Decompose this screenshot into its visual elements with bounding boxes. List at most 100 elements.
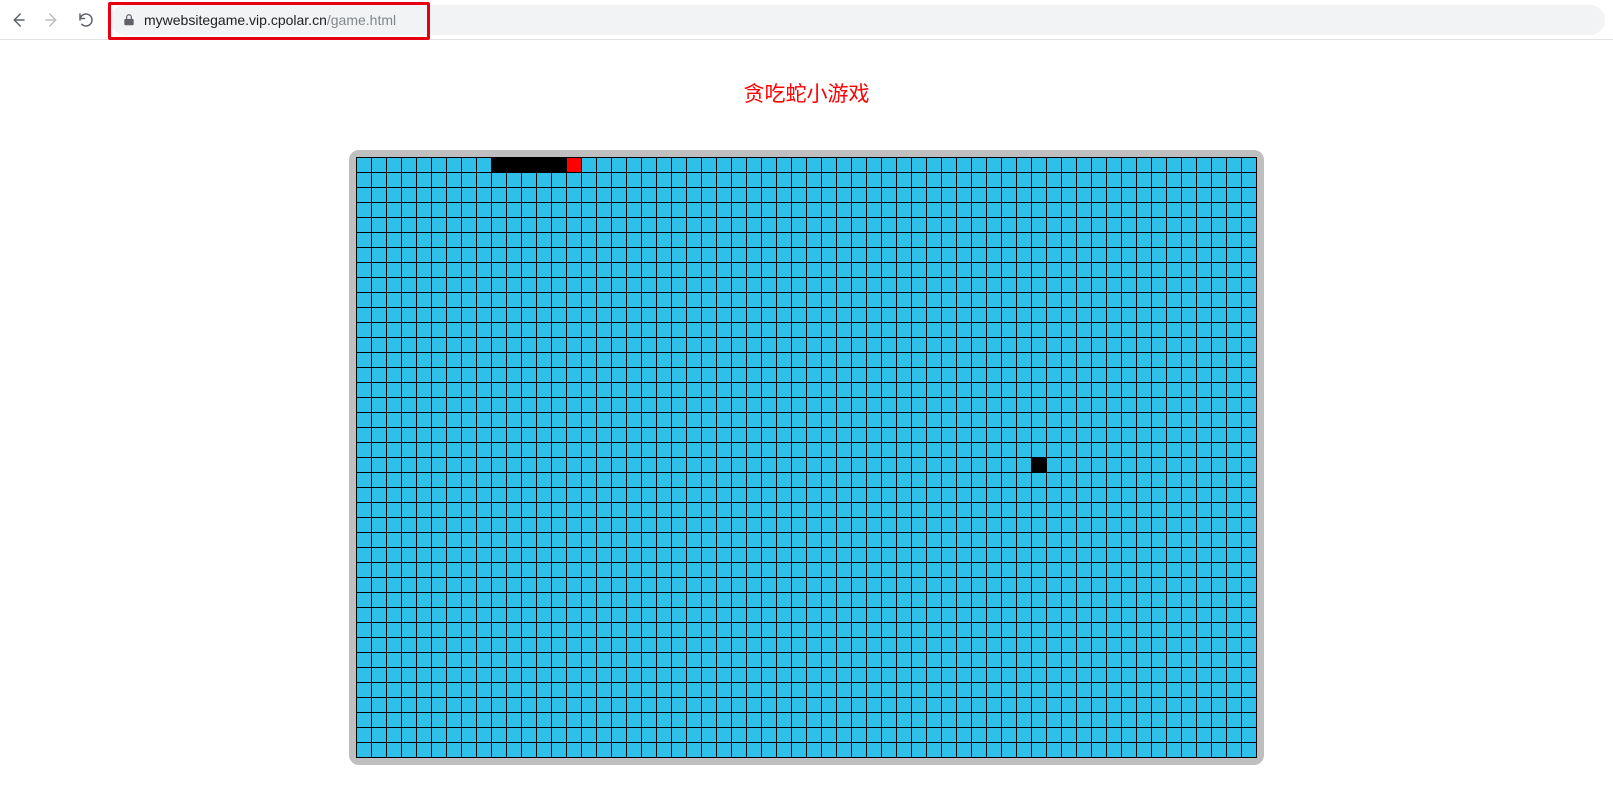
- grid-cell: [1137, 698, 1151, 712]
- grid-cell: [1242, 158, 1256, 172]
- grid-cell: [1032, 653, 1046, 667]
- grid-cell: [942, 218, 956, 232]
- grid-cell: [957, 548, 971, 562]
- grid-cell: [372, 458, 386, 472]
- grid-cell: [687, 653, 701, 667]
- grid-cell: [837, 593, 851, 607]
- grid-cell: [687, 233, 701, 247]
- grid-cell: [417, 593, 431, 607]
- reload-button[interactable]: [76, 10, 96, 30]
- grid-cell: [747, 353, 761, 367]
- grid-cell: [807, 203, 821, 217]
- grid-cell: [1017, 683, 1031, 697]
- grid-cell: [867, 173, 881, 187]
- grid-cell: [477, 338, 491, 352]
- grid-cell: [417, 728, 431, 742]
- grid-cell: [1092, 533, 1106, 547]
- grid-cell: [537, 503, 551, 517]
- grid-cell: [747, 713, 761, 727]
- grid-cell: [987, 488, 1001, 502]
- grid-cell: [657, 188, 671, 202]
- grid-cell: [657, 563, 671, 577]
- grid-cell: [1212, 668, 1226, 682]
- grid-cell: [552, 293, 566, 307]
- grid-cell: [1137, 653, 1151, 667]
- grid-cell: [1122, 203, 1136, 217]
- grid-cell: [642, 353, 656, 367]
- grid-cell: [597, 398, 611, 412]
- grid-cell: [537, 293, 551, 307]
- grid-cell: [432, 188, 446, 202]
- grid-cell: [357, 563, 371, 577]
- grid-cell: [537, 323, 551, 337]
- back-button[interactable]: [8, 10, 28, 30]
- grid-cell: [612, 728, 626, 742]
- grid-cell: [477, 188, 491, 202]
- grid-cell: [582, 263, 596, 277]
- grid-cell: [372, 308, 386, 322]
- grid-cell: [1092, 248, 1106, 262]
- grid-cell: [582, 413, 596, 427]
- grid-cell: [432, 533, 446, 547]
- forward-button[interactable]: [42, 10, 62, 30]
- grid-cell: [507, 293, 521, 307]
- grid-cell: [1107, 473, 1121, 487]
- grid-cell: [432, 713, 446, 727]
- grid-cell: [1092, 623, 1106, 637]
- grid-cell: [1122, 653, 1136, 667]
- grid-cell: [987, 173, 1001, 187]
- grid-cell: [1077, 428, 1091, 442]
- grid-cell: [1107, 443, 1121, 457]
- grid-cell: [1077, 608, 1091, 622]
- grid-cell: [507, 593, 521, 607]
- grid-cell: [1242, 518, 1256, 532]
- grid-cell: [717, 188, 731, 202]
- grid-cell: [372, 218, 386, 232]
- grid-cell: [567, 488, 581, 502]
- grid-cell: [477, 233, 491, 247]
- grid-cell: [1242, 278, 1256, 292]
- grid-cell: [1212, 713, 1226, 727]
- grid-cell: [612, 533, 626, 547]
- grid-cell: [942, 488, 956, 502]
- grid-cell: [507, 263, 521, 277]
- grid-cell: [1227, 203, 1241, 217]
- grid-cell: [522, 233, 536, 247]
- grid-cell: [1197, 608, 1211, 622]
- grid-cell: [1017, 623, 1031, 637]
- grid-cell: [357, 308, 371, 322]
- grid-cell: [447, 593, 461, 607]
- grid-cell: [717, 743, 731, 757]
- grid-cell: [657, 218, 671, 232]
- grid-cell: [552, 653, 566, 667]
- grid-cell: [432, 608, 446, 622]
- page-content: 贪吃蛇小游戏: [0, 40, 1613, 765]
- grid-cell: [867, 608, 881, 622]
- grid-cell: [552, 593, 566, 607]
- grid-cell: [447, 533, 461, 547]
- grid-cell: [807, 683, 821, 697]
- grid-cell: [687, 353, 701, 367]
- game-board[interactable]: [356, 157, 1257, 758]
- grid-cell: [867, 623, 881, 637]
- grid-cell: [1212, 533, 1226, 547]
- grid-cell: [522, 698, 536, 712]
- grid-cell: [897, 518, 911, 532]
- grid-cell: [492, 353, 506, 367]
- grid-cell: [807, 488, 821, 502]
- grid-cell: [717, 533, 731, 547]
- grid-cell: [1137, 248, 1151, 262]
- grid-cell: [537, 188, 551, 202]
- grid-cell: [702, 398, 716, 412]
- grid-cell: [1077, 383, 1091, 397]
- address-bar[interactable]: mywebsitegame.vip.cpolar.cn/game.html: [110, 5, 1605, 35]
- grid-cell: [402, 248, 416, 262]
- grid-cell: [1227, 668, 1241, 682]
- grid-cell: [582, 533, 596, 547]
- grid-cell: [717, 728, 731, 742]
- grid-cell: [1212, 563, 1226, 577]
- grid-cell: [747, 458, 761, 472]
- grid-cell: [1017, 653, 1031, 667]
- grid-cell: [1137, 623, 1151, 637]
- grid-cell: [852, 398, 866, 412]
